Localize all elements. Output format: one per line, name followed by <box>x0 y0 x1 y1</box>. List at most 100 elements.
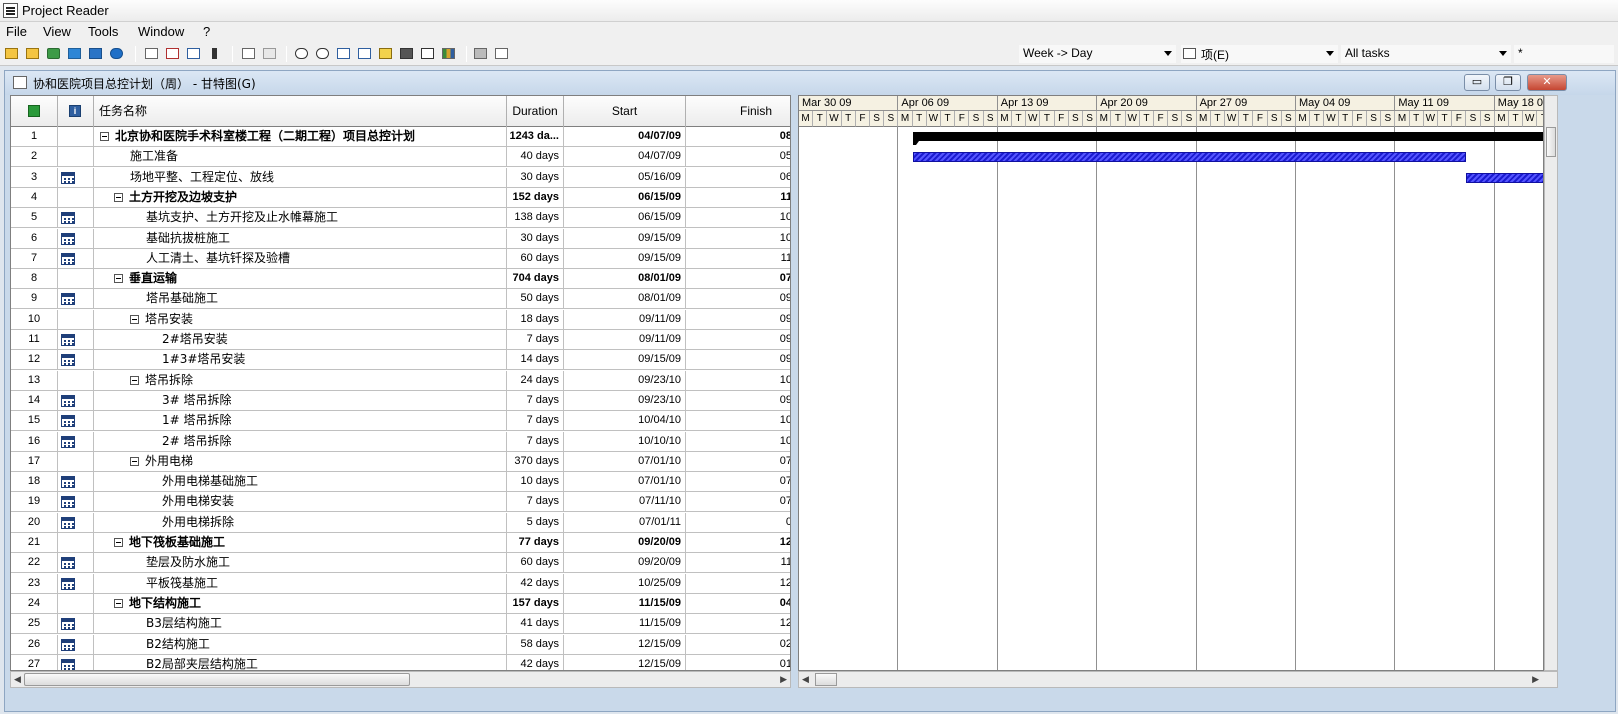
col-header-duration[interactable]: Duration <box>507 96 564 127</box>
task-name-cell[interactable]: 塔吊拆除 <box>94 370 507 391</box>
table-row[interactable]: 17 外用电梯 370 days 07/01/10 07 <box>11 451 790 472</box>
zoom-out-icon[interactable] <box>293 45 311 63</box>
finish-cell[interactable]: 10 <box>686 229 790 249</box>
task-name-cell[interactable]: 垂直运输 <box>94 269 507 290</box>
resource-icon[interactable] <box>206 45 224 63</box>
duration-cell[interactable]: 157 days <box>507 593 564 614</box>
task-name-cell[interactable]: 外用电梯拆除 <box>94 512 507 533</box>
collapse-icon[interactable] <box>114 192 123 202</box>
start-cell[interactable]: 09/23/10 <box>564 370 686 391</box>
table-row[interactable]: 10 塔吊安装 18 days 09/11/09 09 <box>11 309 790 330</box>
print-icon[interactable] <box>472 45 490 63</box>
duration-cell[interactable]: 152 days <box>507 187 564 208</box>
minimize-button[interactable]: ▭ <box>1464 74 1490 91</box>
gantt-scroll-left-icon[interactable]: ◀ <box>802 675 809 685</box>
finish-cell[interactable]: 06 <box>686 168 790 188</box>
table-row[interactable]: 21 地下筏板基础施工 77 days 09/20/09 12 <box>11 533 790 553</box>
table-row[interactable]: 7 人工清土、基坑钎探及验槽 60 days 09/15/09 11 <box>11 248 790 269</box>
scroll-left-icon[interactable]: ◀ <box>14 675 21 685</box>
onedrive-icon[interactable] <box>108 45 126 63</box>
start-cell[interactable]: 10/10/10 <box>564 431 686 452</box>
collapse-icon[interactable] <box>130 456 139 466</box>
duration-cell[interactable]: 7 days <box>507 431 564 452</box>
start-cell[interactable]: 09/11/09 <box>564 330 686 350</box>
binoculars-icon[interactable] <box>398 45 416 63</box>
start-cell[interactable]: 04/07/09 <box>564 127 686 147</box>
box-icon[interactable] <box>87 45 105 63</box>
start-cell[interactable]: 07/01/10 <box>564 472 686 493</box>
finish-cell[interactable]: 09 <box>686 289 790 309</box>
collapse-icon[interactable] <box>114 538 123 547</box>
resource-sheet-icon[interactable] <box>164 45 182 63</box>
task-name-cell[interactable]: B2结构施工 <box>94 634 507 655</box>
duration-cell[interactable]: 10 days <box>507 472 564 493</box>
task-name-cell[interactable]: 外用电梯 <box>94 451 507 472</box>
finish-cell[interactable]: 09 <box>686 330 790 350</box>
finish-cell[interactable]: 09 <box>686 391 790 411</box>
table-row[interactable]: 9 塔吊基础施工 50 days 08/01/09 09 <box>11 289 790 310</box>
duration-cell[interactable]: 60 days <box>507 248 564 269</box>
start-cell[interactable]: 07/01/11 <box>564 512 686 533</box>
table-row[interactable]: 2 施工准备 40 days 04/07/09 05 <box>11 147 790 168</box>
finish-cell[interactable]: 12 <box>686 574 790 594</box>
start-cell[interactable]: 09/20/09 <box>564 553 686 574</box>
finish-cell[interactable]: 04 <box>686 594 790 614</box>
collapse-icon[interactable] <box>130 314 139 324</box>
finish-cell[interactable]: 10 <box>686 432 790 452</box>
finish-cell[interactable]: 07 <box>686 269 790 289</box>
google-drive-icon[interactable] <box>45 45 63 63</box>
duration-cell[interactable]: 77 days <box>507 533 564 553</box>
start-cell[interactable]: 09/11/09 <box>564 309 686 330</box>
table-row[interactable]: 26 B2结构施工 58 days 12/15/09 02 <box>11 634 790 655</box>
duration-cell[interactable]: 40 days <box>507 147 564 168</box>
filter-select[interactable]: All tasks <box>1341 45 1511 63</box>
start-cell[interactable]: 12/15/09 <box>564 654 686 670</box>
task-name-cell[interactable]: 北京协和医院手术科室楼工程（二期工程）项目总控计划 <box>94 127 507 147</box>
start-cell[interactable]: 09/20/09 <box>564 533 686 553</box>
start-cell[interactable]: 10/25/09 <box>564 573 686 594</box>
table-row[interactable]: 11 2#塔吊安装 7 days 09/11/09 09 <box>11 330 790 350</box>
start-cell[interactable]: 09/15/09 <box>564 350 686 371</box>
close-button[interactable]: ✕ <box>1527 74 1567 91</box>
task-bar[interactable] <box>912 152 1467 163</box>
duration-cell[interactable]: 18 days <box>507 309 564 330</box>
finish-cell[interactable]: 12 <box>686 614 790 634</box>
duration-cell[interactable]: 42 days <box>507 573 564 594</box>
gantt-scroll-thumb[interactable] <box>815 673 837 686</box>
table-row[interactable]: 20 外用电梯拆除 5 days07/01/110 <box>11 512 790 533</box>
menu-view[interactable]: View <box>43 24 71 39</box>
task-name-cell[interactable]: B2局部夹层结构施工 <box>94 654 507 670</box>
table-row[interactable]: 3 场地平整、工程定位、放线 30 days 05/16/09 06 <box>11 167 790 188</box>
task-bar[interactable] <box>1466 172 1543 183</box>
table-row[interactable]: 4 土方开挖及边坡支护 152 days 06/15/09 11 <box>11 187 790 208</box>
start-cell[interactable]: 08/01/09 <box>564 289 686 310</box>
gantt-scroll-right-icon[interactable]: ▶ <box>1532 675 1539 685</box>
start-cell[interactable]: 12/15/09 <box>564 634 686 655</box>
finish-cell[interactable]: 01 <box>686 655 790 670</box>
task-name-cell[interactable]: 地下结构施工 <box>94 593 507 614</box>
menu-tools[interactable]: Tools <box>88 24 118 39</box>
duration-cell[interactable]: 5 days <box>507 512 564 533</box>
finish-cell[interactable]: 10 <box>686 371 790 391</box>
table-row[interactable]: 22 垫层及防水施工 60 days 09/20/09 11 <box>11 553 790 574</box>
task-name-cell[interactable]: 2# 塔吊拆除 <box>94 431 507 452</box>
table-row[interactable]: 8 垂直运输 704 days 08/01/09 07 <box>11 269 790 290</box>
menu-window[interactable]: Window <box>138 24 184 39</box>
copy-icon[interactable] <box>335 45 353 63</box>
chart-icon[interactable] <box>440 45 458 63</box>
dropbox-icon[interactable] <box>66 45 84 63</box>
duration-cell[interactable]: 60 days <box>507 553 564 574</box>
indicator-header[interactable]: i <box>58 96 94 127</box>
duration-cell[interactable]: 42 days <box>507 654 564 670</box>
paste-icon[interactable] <box>356 45 374 63</box>
task-name-cell[interactable]: 外用电梯安装 <box>94 492 507 513</box>
start-cell[interactable]: 07/01/10 <box>564 451 686 472</box>
finish-cell[interactable]: 05 <box>686 147 790 167</box>
task-name-cell[interactable]: 塔吊基础施工 <box>94 289 507 310</box>
collapse-icon[interactable] <box>114 274 123 284</box>
col-header-finish[interactable]: Finish <box>686 96 790 127</box>
task-name-cell[interactable]: 1# 塔吊拆除 <box>94 411 507 432</box>
table-row[interactable]: 1 北京协和医院手术科室楼工程（二期工程）项目总控计划 1243 da... 04/0… <box>11 127 790 147</box>
finish-cell[interactable]: 0 <box>686 513 790 533</box>
task-name-cell[interactable]: 2#塔吊安装 <box>94 330 507 350</box>
